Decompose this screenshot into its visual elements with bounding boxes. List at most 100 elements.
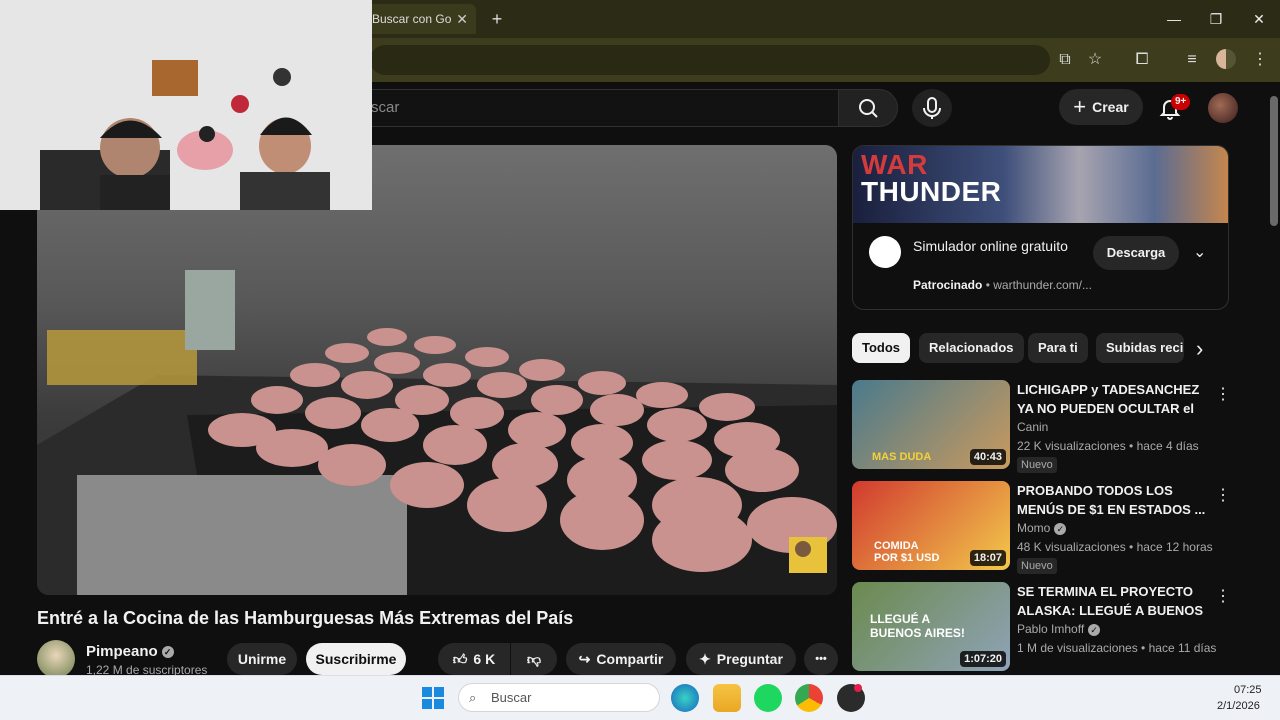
extensions-icon[interactable]: ⧠ <box>1130 48 1154 72</box>
recommended-video[interactable]: MAS DUDA 40:43 LICHIGAPP y TADESANCHEZ Y… <box>852 380 1231 473</box>
chip-para-ti[interactable]: Para ti <box>1028 333 1088 363</box>
thumbnail-caption: LLEGUÉ A BUENOS AIRES! <box>870 612 965 640</box>
clock-time: 07:25 <box>1234 684 1262 696</box>
browser-menu-icon[interactable]: ⋮ <box>1248 48 1272 72</box>
account-avatar[interactable] <box>1208 93 1238 123</box>
video-title: Entré a la Cocina de las Hamburguesas Má… <box>37 608 574 628</box>
video-meta: 1 M de visualizaciones • hace 11 días <box>1017 641 1217 655</box>
chip-todos[interactable]: Todos <box>852 333 911 363</box>
join-button[interactable]: Unirme <box>227 643 297 675</box>
video-thumbnail: MAS DUDA 40:43 <box>852 380 1010 469</box>
sparkle-icon: ✦ <box>699 650 711 667</box>
new-tab-button[interactable]: + <box>486 8 508 30</box>
create-button[interactable]: + Crear <box>1059 89 1143 125</box>
more-vert-icon[interactable]: ⋮ <box>1215 485 1231 505</box>
more-vert-icon[interactable]: ⋮ <box>1215 586 1231 606</box>
subscribe-button[interactable]: Suscribirme <box>306 643 406 675</box>
install-app-icon[interactable]: ⧉ <box>1053 48 1077 72</box>
plus-icon: + <box>1073 94 1087 119</box>
more-vert-icon[interactable]: ⋮ <box>1215 384 1231 404</box>
video-duration: 40:43 <box>969 449 1006 465</box>
scrollbar-thumb[interactable] <box>1270 96 1278 226</box>
thumbs-down-icon: 👎︎ <box>526 650 542 667</box>
create-label: Crear <box>1092 99 1129 115</box>
notification-count-badge: 9+ <box>1171 94 1191 110</box>
webcam-graphic <box>0 0 372 210</box>
sponsored-ad-card[interactable]: WAR THUNDER Simulador online gratuito Pa… <box>852 145 1229 310</box>
verified-icon: ✓ <box>161 646 174 659</box>
address-bar[interactable] <box>370 45 1050 75</box>
ad-banner-image: WAR THUNDER <box>853 146 1228 223</box>
share-button[interactable]: ↪ Compartir <box>566 643 676 675</box>
ad-logo: WAR THUNDER <box>861 149 1002 207</box>
ad-logo-bottom: THUNDER <box>861 175 1002 207</box>
edge-icon[interactable] <box>671 684 699 712</box>
windows-logo-icon <box>422 687 444 709</box>
channel-name[interactable]: Pimpeano ✓ <box>86 643 174 660</box>
taskbar-search-label: Buscar <box>491 690 532 705</box>
video-title: SE TERMINA EL PROYECTO ALASKA: LLEGUÉ A … <box>1017 584 1204 618</box>
recommended-video[interactable]: LLEGUÉ A BUENOS AIRES! 1:07:20 SE TERMIN… <box>852 582 1231 672</box>
search-icon: ⌕ <box>469 690 477 705</box>
ad-sponsored-label: Patrocinado <box>913 278 983 292</box>
chevron-down-icon[interactable]: ⌄ <box>1193 242 1206 262</box>
close-window-button[interactable]: ✕ <box>1239 6 1279 32</box>
new-badge: Nuevo <box>1017 457 1057 473</box>
channel-avatar[interactable] <box>37 640 75 678</box>
webcam-overlay <box>0 0 372 210</box>
video-title: LICHIGAPP y TADESANCHEZ YA NO PUEDEN OCU… <box>1017 382 1200 416</box>
windows-start-icon[interactable] <box>421 686 445 710</box>
video-meta: 48 K visualizaciones • hace 12 horas <box>1017 540 1213 554</box>
share-icon: ↪ <box>578 650 591 667</box>
ask-button[interactable]: ✦ Preguntar <box>686 643 796 675</box>
dislike-button[interactable]: 👎︎ <box>511 643 557 675</box>
tab-close-icon[interactable]: ✕ <box>456 11 468 28</box>
verified-icon: ✓ <box>1054 522 1067 535</box>
minimize-button[interactable]: — <box>1154 6 1194 32</box>
channel-name: Momo ✓ <box>1017 521 1067 535</box>
search-button[interactable] <box>838 89 898 127</box>
chip-subidas-recientes[interactable]: Subidas reci <box>1096 333 1184 363</box>
browser-profile-avatar[interactable] <box>1216 49 1236 69</box>
share-label: Compartir <box>596 651 664 667</box>
browser-tab[interactable]: Buscar con Go ✕ <box>364 4 476 34</box>
ad-logo-top: WAR <box>861 149 928 180</box>
search-icon <box>859 99 878 118</box>
file-explorer-icon[interactable] <box>713 684 741 712</box>
channel-name-text: Pablo Imhoff <box>1017 622 1085 636</box>
channel-name: Pablo Imhoff ✓ <box>1017 622 1101 636</box>
like-count: 6 K <box>473 651 496 667</box>
channel-name-text: Pimpeano <box>86 643 158 660</box>
thumbnail-caption: COMIDA POR $1 USD <box>874 540 940 564</box>
video-frame-graphic <box>37 270 837 595</box>
search-input[interactable]: scar <box>370 89 838 127</box>
maximize-button[interactable]: ❐ <box>1196 6 1236 32</box>
clock-date: 2/1/2026 <box>1217 700 1260 712</box>
more-actions-button[interactable]: ••• <box>804 643 838 675</box>
media-controls-icon[interactable]: ≡ <box>1180 48 1204 72</box>
like-button[interactable]: 👍︎ 6 K <box>438 643 510 675</box>
app-notification-dot <box>854 684 862 692</box>
ad-meta: Patrocinado • warthunder.com/... <box>913 278 1092 292</box>
chip-relacionados[interactable]: Relacionados <box>919 333 1024 363</box>
voice-search-button[interactable] <box>912 89 952 127</box>
channel-name: Canin <box>1017 420 1049 434</box>
video-duration: 1:07:20 <box>960 651 1006 667</box>
microphone-icon <box>923 97 941 119</box>
ad-download-button[interactable]: Descarga <box>1093 236 1179 270</box>
video-duration: 18:07 <box>969 550 1006 566</box>
channel-name-text: Momo <box>1017 521 1051 535</box>
verified-icon: ✓ <box>1088 623 1101 636</box>
recommended-video[interactable]: COMIDA POR $1 USD 18:07 PROBANDO TODOS L… <box>852 481 1231 574</box>
video-player[interactable] <box>37 145 837 595</box>
thumbs-up-icon: 👍︎ <box>452 650 468 667</box>
video-thumbnail: COMIDA POR $1 USD 18:07 <box>852 481 1010 570</box>
taskbar-search[interactable]: ⌕ Buscar <box>458 683 660 712</box>
video-thumbnail: LLEGUÉ A BUENOS AIRES! 1:07:20 <box>852 582 1010 671</box>
ad-domain: warthunder.com/... <box>993 278 1092 292</box>
chevron-right-icon[interactable]: › <box>1196 336 1203 362</box>
ad-advertiser-icon <box>869 236 901 268</box>
chrome-icon[interactable] <box>795 684 823 712</box>
bookmark-star-icon[interactable]: ☆ <box>1083 48 1107 72</box>
spotify-icon[interactable] <box>754 684 782 712</box>
